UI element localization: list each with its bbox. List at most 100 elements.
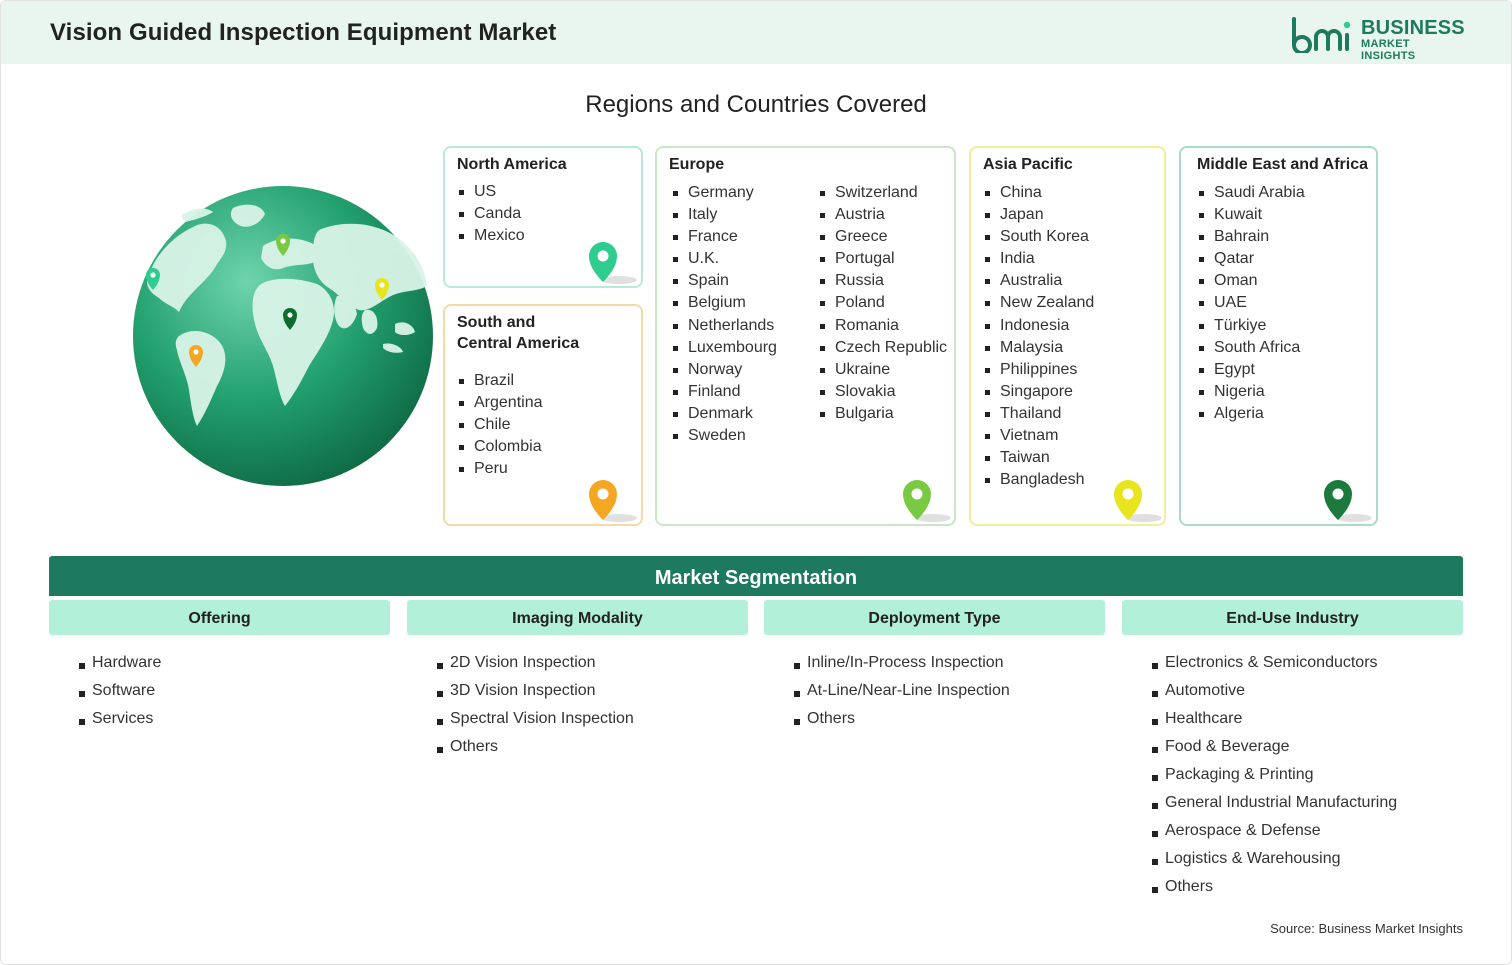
country-item: Oman — [1197, 270, 1305, 292]
source-note: Source: Business Market Insights — [1270, 921, 1463, 936]
regions-heading: Regions and Countries Covered — [585, 91, 927, 118]
country-item: Czech Republic — [818, 337, 947, 359]
region-card-asia-pacific: Asia Pacific China Japan South Korea Ind… — [969, 146, 1166, 526]
country-item: Australia — [983, 270, 1094, 292]
region-title: North America — [457, 156, 567, 173]
country-list: Saudi Arabia Kuwait Bahrain Qatar Oman U… — [1197, 182, 1305, 425]
country-item: US — [457, 181, 525, 203]
country-list: Switzerland Austria Greece Portugal Russ… — [818, 182, 947, 425]
country-item: Italy — [671, 204, 777, 226]
location-pin-icon — [589, 480, 637, 522]
country-item: Sweden — [671, 425, 777, 447]
region-title-line: South and — [457, 314, 536, 331]
location-pin-icon — [1114, 480, 1162, 522]
logo-text-business: BUSINESS — [1361, 17, 1465, 39]
country-item: Kuwait — [1197, 204, 1305, 226]
country-item: Spain — [671, 270, 777, 292]
country-item: Saudi Arabia — [1197, 182, 1305, 204]
country-list: US Canda Mexico — [457, 181, 525, 247]
country-item: Singapore — [983, 381, 1094, 403]
segment-column-offering: Offering Hardware Software Services — [49, 600, 390, 733]
region-title: Asia Pacific — [983, 156, 1073, 173]
country-item: Bulgaria — [818, 403, 947, 425]
location-pin-icon — [903, 480, 951, 522]
segment-heading: Offering — [49, 600, 390, 635]
country-item: Ukraine — [818, 359, 947, 381]
segment-item: General Industrial Manufacturing — [1152, 789, 1463, 817]
country-item: Colombia — [457, 436, 543, 458]
segment-item: At-Line/Near-Line Inspection — [794, 677, 1105, 705]
country-item: China — [983, 182, 1094, 204]
globe-icon — [133, 186, 433, 486]
segment-item: Others — [794, 705, 1105, 733]
country-item: Brazil — [457, 370, 543, 392]
country-item: U.K. — [671, 248, 777, 270]
region-card-north-america: North America US Canda Mexico — [443, 146, 643, 288]
country-item: Slovakia — [818, 381, 947, 403]
country-item: Canda — [457, 203, 525, 225]
country-item: Argentina — [457, 392, 543, 414]
country-item: France — [671, 226, 777, 248]
segment-item: Food & Beverage — [1152, 733, 1463, 761]
country-item: South Korea — [983, 226, 1094, 248]
country-item: Luxembourg — [671, 337, 777, 359]
country-item: Japan — [983, 204, 1094, 226]
country-item: Portugal — [818, 248, 947, 270]
country-item: Philippines — [983, 359, 1094, 381]
country-item: Taiwan — [983, 447, 1094, 469]
country-item: Finland — [671, 381, 777, 403]
bmi-logo-mark-icon — [1292, 17, 1351, 53]
country-item: Poland — [818, 292, 947, 314]
segmentation-title-bar: Market Segmentation — [49, 556, 1463, 596]
segment-column-end-use-industry: End-Use Industry Electronics & Semicondu… — [1122, 600, 1463, 901]
country-item: New Zealand — [983, 292, 1094, 314]
segment-item: Automotive — [1152, 677, 1463, 705]
country-item: Bahrain — [1197, 226, 1305, 248]
country-item: Denmark — [671, 403, 777, 425]
segment-heading: End-Use Industry — [1122, 600, 1463, 635]
country-item: India — [983, 248, 1094, 270]
country-item: Türkiye — [1197, 315, 1305, 337]
country-list: Germany Italy France U.K. Spain Belgium … — [671, 182, 777, 447]
country-item: UAE — [1197, 292, 1305, 314]
segment-column-imaging-modality: Imaging Modality 2D Vision Inspection 3D… — [407, 600, 748, 761]
segment-item: Electronics & Semiconductors — [1152, 649, 1463, 677]
country-item: Indonesia — [983, 315, 1094, 337]
country-item: Vietnam — [983, 425, 1094, 447]
country-item: Egypt — [1197, 359, 1305, 381]
country-item: Thailand — [983, 403, 1094, 425]
region-card-middle-east-africa: Middle East and Africa Saudi Arabia Kuwa… — [1179, 146, 1378, 526]
region-card-europe: Europe Germany Italy France U.K. Spain B… — [655, 146, 956, 526]
segment-item: Inline/In-Process Inspection — [794, 649, 1105, 677]
country-item: Belgium — [671, 292, 777, 314]
country-list: Brazil Argentina Chile Colombia Peru — [457, 370, 543, 480]
country-item: Russia — [818, 270, 947, 292]
region-title: Middle East and Africa — [1197, 156, 1368, 173]
country-item: Switzerland — [818, 182, 947, 204]
region-title: Europe — [669, 156, 725, 173]
region-card-south-central-america: South and Central America Brazil Argenti… — [443, 304, 643, 526]
region-title-line: Central America — [457, 335, 580, 352]
segment-list: Electronics & Semiconductors Automotive … — [1152, 649, 1463, 901]
location-pin-icon — [589, 242, 637, 284]
segment-item: Services — [79, 705, 390, 733]
country-item: Qatar — [1197, 248, 1305, 270]
segment-item: Healthcare — [1152, 705, 1463, 733]
country-item: Romania — [818, 315, 947, 337]
segment-item: 3D Vision Inspection — [437, 677, 748, 705]
country-item: Bangladesh — [983, 469, 1094, 491]
country-item: Algeria — [1197, 403, 1305, 425]
page-title: Vision Guided Inspection Equipment Marke… — [50, 19, 557, 46]
segment-heading: Imaging Modality — [407, 600, 748, 635]
region-title: South and Central America — [457, 314, 579, 353]
header-bar: Vision Guided Inspection Equipment Marke… — [1, 1, 1511, 64]
country-item: Peru — [457, 458, 543, 480]
country-item: Mexico — [457, 225, 525, 247]
brand-logo[interactable]: BUSINESS MARKET INSIGHTS — [1291, 15, 1467, 62]
segment-item: Packaging & Printing — [1152, 761, 1463, 789]
segment-list: 2D Vision Inspection 3D Vision Inspectio… — [437, 649, 748, 761]
segment-list: Hardware Software Services — [79, 649, 390, 733]
country-item: Chile — [457, 414, 543, 436]
country-item: Germany — [671, 182, 777, 204]
segment-item: Logistics & Warehousing — [1152, 845, 1463, 873]
